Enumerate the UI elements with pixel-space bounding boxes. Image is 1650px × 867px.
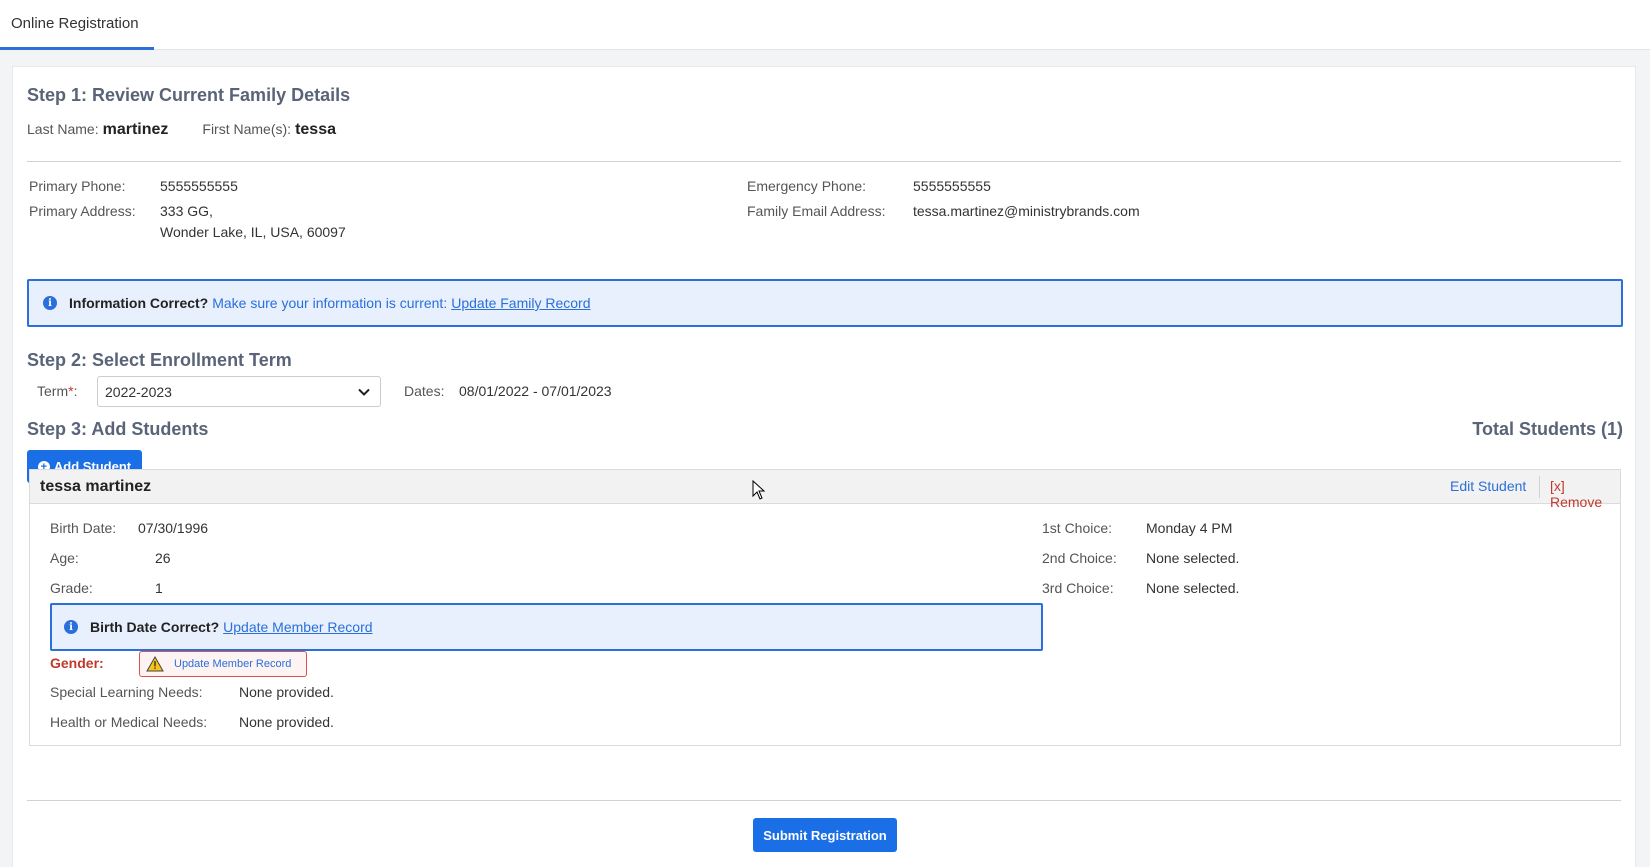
birth-alert-bold: Birth Date Correct? bbox=[90, 619, 220, 635]
update-family-record-link[interactable]: Update Family Record bbox=[451, 295, 590, 311]
chevron-down-icon bbox=[358, 388, 370, 396]
info-text: Make sure your information is current: bbox=[212, 295, 448, 311]
divider bbox=[27, 800, 1621, 801]
mouse-cursor-icon bbox=[752, 480, 766, 500]
info-icon: i bbox=[43, 296, 57, 310]
student-name: tessa martinez bbox=[40, 478, 152, 495]
info-bold-text: Information Correct? bbox=[69, 295, 209, 311]
choice2-label: 2nd Choice: bbox=[1042, 550, 1117, 566]
age-value: 26 bbox=[155, 550, 171, 566]
remove-student-link[interactable]: [x] Remove bbox=[1550, 478, 1620, 510]
student-card: tessa martinez Edit Student [x] Remove B… bbox=[29, 469, 1621, 746]
birth-date-value: 07/30/1996 bbox=[138, 520, 209, 536]
info-icon: i bbox=[64, 620, 78, 634]
health-needs-label: Health or Medical Needs: bbox=[50, 714, 208, 730]
choice1-label: 1st Choice: bbox=[1042, 520, 1113, 536]
step3-title: Step 3: Add Students bbox=[27, 419, 209, 439]
primary-address-label: Primary Address: bbox=[29, 203, 136, 219]
special-needs-label: Special Learning Needs: bbox=[50, 684, 203, 700]
grade-value: 1 bbox=[155, 580, 163, 596]
gender-update-label: Update Member Record bbox=[174, 658, 292, 670]
family-name-row: Last Name: martinez First Name(s): tessa bbox=[27, 121, 336, 139]
last-name-value: martinez bbox=[102, 121, 169, 138]
term-select[interactable]: 2022-2023 bbox=[97, 376, 381, 407]
choice3-label: 3rd Choice: bbox=[1042, 580, 1114, 596]
top-tab-bar: Online Registration bbox=[0, 0, 1650, 50]
choice2-value: None selected. bbox=[1146, 550, 1240, 566]
dates-label: Dates: bbox=[404, 383, 445, 399]
submit-registration-button[interactable]: Submit Registration bbox=[753, 818, 897, 852]
term-select-value: 2022-2023 bbox=[105, 383, 172, 400]
email-label: Family Email Address: bbox=[747, 203, 886, 219]
gender-update-button[interactable]: Update Member Record bbox=[139, 651, 307, 677]
header-separator bbox=[1539, 476, 1540, 498]
divider bbox=[27, 161, 1621, 162]
warning-icon bbox=[146, 656, 164, 672]
edit-student-link[interactable]: Edit Student bbox=[1450, 478, 1526, 494]
first-name-value: tessa bbox=[295, 121, 336, 138]
primary-phone-value: 5555555555 bbox=[160, 178, 238, 194]
address-line1: 333 GG, bbox=[160, 203, 213, 219]
step1-title: Step 1: Review Current Family Details bbox=[27, 85, 351, 105]
dates-value: 08/01/2022 - 07/01/2023 bbox=[459, 383, 612, 399]
student-card-header: tessa martinez Edit Student [x] Remove bbox=[30, 470, 1620, 510]
email-value: tessa.martinez@ministrybrands.com bbox=[913, 203, 1140, 219]
age-label: Age: bbox=[50, 550, 79, 566]
registration-panel: Step 1: Review Current Family Details La… bbox=[12, 66, 1636, 867]
birth-date-label: Birth Date: bbox=[50, 520, 117, 536]
choice3-value: None selected. bbox=[1146, 580, 1240, 596]
grade-label: Grade: bbox=[50, 580, 93, 596]
address-line2: Wonder Lake, IL, USA, 60097 bbox=[160, 224, 346, 240]
first-name-label: First Name(s): bbox=[202, 121, 292, 137]
term-label: Term * : bbox=[37, 383, 77, 399]
last-name-label: Last Name: bbox=[27, 121, 99, 137]
health-needs-value: None provided. bbox=[239, 714, 334, 730]
step2-title: Step 2: Select Enrollment Term bbox=[27, 350, 292, 370]
family-info-alert: i Information Correct? Make sure your in… bbox=[27, 279, 1623, 327]
choice1-value: Monday 4 PM bbox=[1146, 520, 1233, 536]
gender-label: Gender: bbox=[50, 655, 104, 671]
tab-online-registration[interactable]: Online Registration bbox=[0, 0, 154, 50]
birth-date-alert: i Birth Date Correct? Update Member Reco… bbox=[50, 603, 1043, 651]
term-label-text: Term bbox=[37, 383, 69, 399]
term-colon: : bbox=[73, 383, 78, 399]
primary-phone-label: Primary Phone: bbox=[29, 178, 126, 194]
emergency-phone-value: 5555555555 bbox=[913, 178, 991, 194]
special-needs-value: None provided. bbox=[239, 684, 334, 700]
update-member-record-link[interactable]: Update Member Record bbox=[223, 619, 372, 635]
total-students: Total Students (1) bbox=[1472, 419, 1623, 439]
emergency-phone-label: Emergency Phone: bbox=[747, 178, 867, 194]
